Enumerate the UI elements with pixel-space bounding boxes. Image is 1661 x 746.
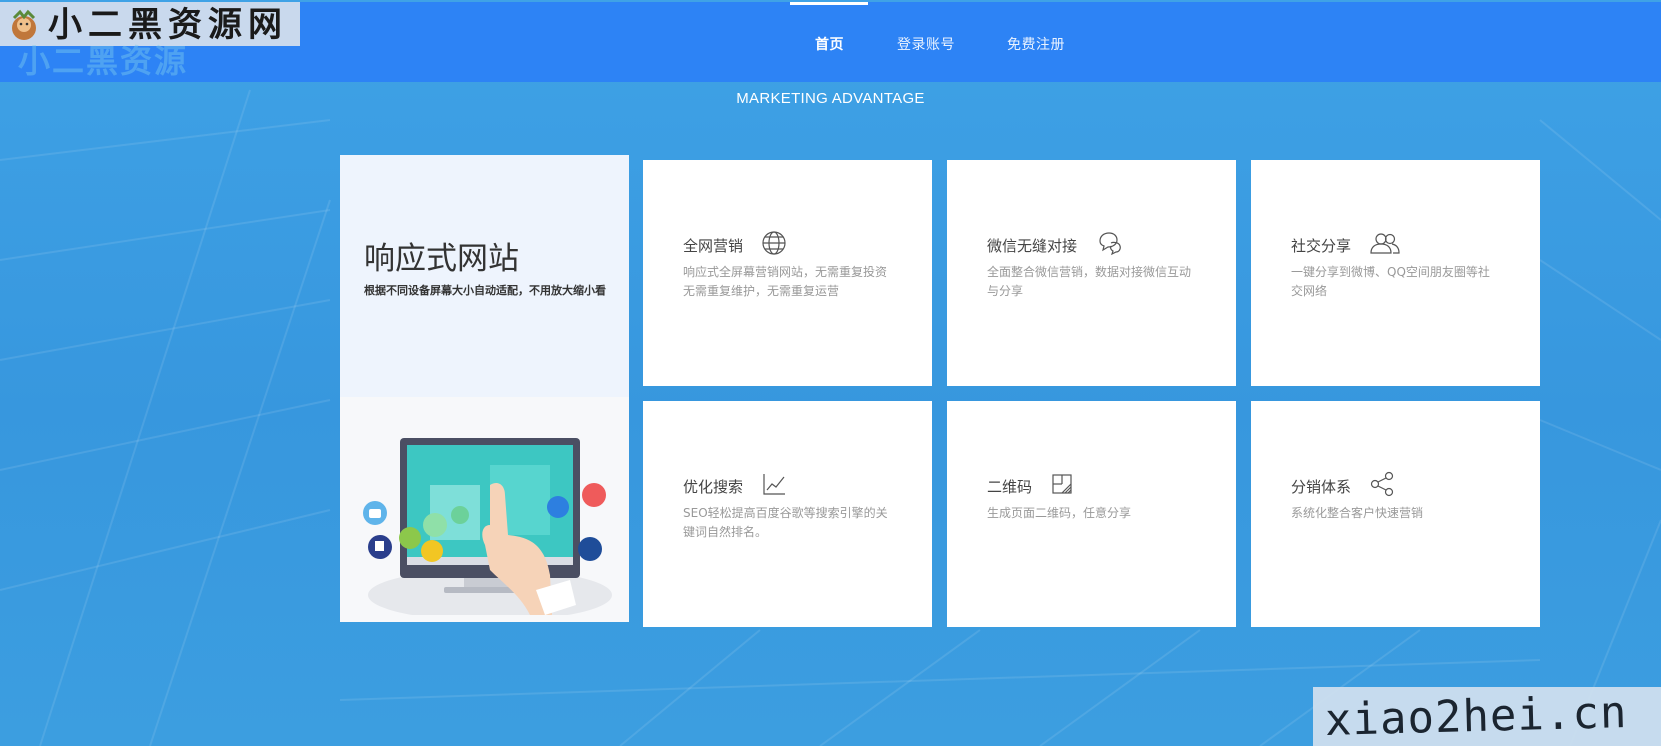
nav-active-indicator bbox=[790, 2, 868, 5]
watermark-text: xiao2hei.cn bbox=[1324, 687, 1629, 746]
feature-card-seo[interactable]: 优化搜索 SEO轻松提高百度谷歌等搜索引擎的关键词自然排名。 bbox=[643, 401, 932, 627]
feature-card-wechat[interactable]: 微信无缝对接 全面整合微信营销，数据对接微信互动与分享 bbox=[947, 160, 1236, 386]
feature-card-social-share[interactable]: 社交分享 一键分享到微博、QQ空间朋友圈等社交网络 bbox=[1251, 160, 1540, 386]
card-description: 系统化整合客户快速营销 bbox=[1291, 506, 1424, 520]
card-description: 全面整合微信营销，数据对接微信互动与分享 bbox=[987, 265, 1192, 298]
hero-title: 响应式网站 bbox=[364, 241, 519, 277]
monitor-illustration bbox=[363, 438, 612, 615]
nav-item-login[interactable]: 登录账号 bbox=[897, 34, 955, 54]
share-nodes-icon bbox=[1370, 471, 1394, 497]
card-title: 全网营销 bbox=[683, 237, 744, 255]
watermark: xiao2hei.cn bbox=[1313, 687, 1661, 746]
card-title: 优化搜索 bbox=[683, 478, 744, 496]
card-title: 二维码 bbox=[987, 478, 1033, 496]
users-icon bbox=[1370, 233, 1400, 254]
qrcode-icon bbox=[1052, 474, 1072, 494]
nav-item-home[interactable]: 首页 bbox=[815, 34, 844, 54]
card-title: 社交分享 bbox=[1291, 237, 1352, 255]
card-description: 响应式全屏幕营销网站，无需重复投资无需重复维护，无需重复运营 bbox=[683, 265, 888, 298]
feature-card-qrcode[interactable]: 二维码 生成页面二维码，任意分享 bbox=[947, 401, 1236, 627]
trend-chart-icon bbox=[763, 474, 785, 495]
card-description: 一键分享到微博、QQ空间朋友圈等社交网络 bbox=[1291, 265, 1490, 298]
chat-bubbles-icon bbox=[1099, 232, 1121, 256]
card-description: SEO轻松提高百度谷歌等搜索引擎的关键词自然排名。 bbox=[683, 506, 888, 539]
card-description: 生成页面二维码，任意分享 bbox=[987, 506, 1132, 520]
section-title: MARKETING ADVANTAGE bbox=[736, 90, 925, 107]
globe-icon bbox=[762, 231, 786, 255]
logo-shadow-text: 小二黑资源 bbox=[18, 42, 189, 80]
responsive-website-panel: 响应式网站 根据不同设备屏幕大小自动适配，不用放大缩小看 bbox=[340, 155, 629, 622]
card-title: 分销体系 bbox=[1291, 478, 1352, 496]
feature-card-distribution[interactable]: 分销体系 系统化整合客户快速营销 bbox=[1251, 401, 1540, 627]
hero-subtitle: 根据不同设备屏幕大小自动适配，不用放大缩小看 bbox=[364, 284, 606, 297]
card-title: 微信无缝对接 bbox=[987, 237, 1078, 255]
feature-card-network-marketing[interactable]: 全网营销 响应式全屏幕营销网站，无需重复投资无需重复维护，无需重复运营 bbox=[643, 160, 932, 386]
nav-item-register[interactable]: 免费注册 bbox=[1007, 34, 1065, 54]
